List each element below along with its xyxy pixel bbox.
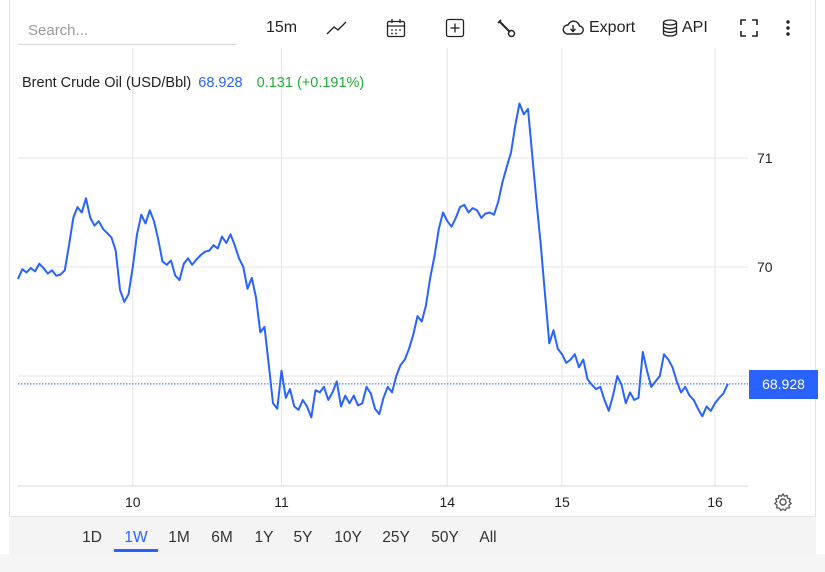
range-active-underline (114, 549, 158, 552)
x-tick-label: 16 (707, 494, 723, 510)
range-button-1y[interactable]: 1Y (244, 528, 284, 548)
chart-settings-button[interactable] (773, 492, 793, 517)
x-tick-label: 14 (439, 494, 455, 510)
x-tick-label: 11 (274, 494, 289, 510)
price-series-line (17, 102, 729, 419)
range-button-6m[interactable]: 6M (202, 528, 242, 548)
range-button-5y[interactable]: 5Y (283, 528, 323, 548)
x-tick-label: 15 (554, 494, 570, 510)
range-button-all[interactable]: All (468, 528, 508, 548)
page-background (0, 554, 825, 572)
gear-icon (774, 493, 792, 512)
legend-last-price: 68.928 (198, 75, 243, 91)
x-tick-label: 10 (125, 494, 141, 510)
last-price-tag: 68.928 (749, 369, 818, 399)
range-button-1m[interactable]: 1M (159, 528, 199, 548)
range-button-50y[interactable]: 50Y (425, 528, 465, 548)
legend-symbol-name: Brent Crude Oil (USD/Bbl) (22, 75, 192, 91)
range-button-10y[interactable]: 10Y (328, 528, 368, 548)
y-tick-label: 70 (757, 259, 773, 275)
chart-legend: Brent Crude Oil (USD/Bbl) 68.928 0.131 (… (22, 75, 364, 91)
range-button-1w[interactable]: 1W (116, 528, 156, 548)
y-tick-label: 71 (757, 150, 773, 166)
legend-change: 0.131 (+0.191%) (256, 75, 365, 91)
range-button-25y[interactable]: 25Y (376, 528, 416, 548)
range-button-1d[interactable]: 1D (72, 528, 112, 548)
